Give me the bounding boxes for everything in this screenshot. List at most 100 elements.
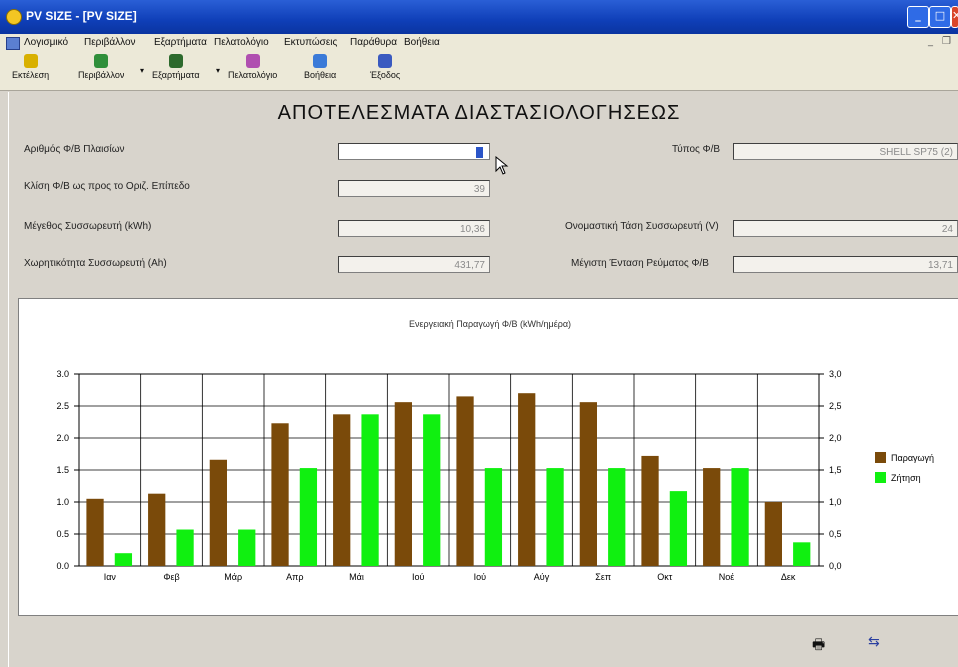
menu-item-environment[interactable]: Περιβάλλον bbox=[84, 37, 136, 48]
tilt-label: Κλίση Φ/Β ως προς το Οριζ. Επίπεδο bbox=[24, 181, 190, 192]
bar-demand bbox=[793, 542, 811, 566]
bar-demand bbox=[484, 468, 503, 566]
window-title: PV SIZE - [PV SIZE] bbox=[26, 9, 137, 23]
max-current-label: Μέγιστη Ένταση Ρεύματος Φ/Β bbox=[571, 258, 709, 269]
bar-production bbox=[456, 396, 474, 566]
clients-icon bbox=[245, 54, 260, 68]
bar-chart: Ενεργειακή Παραγωγή Φ/Β (kWh/ημέρα) 0.0 0… bbox=[56, 319, 934, 582]
y-tick-label-left: 2.0 bbox=[56, 433, 69, 443]
bar-demand bbox=[299, 468, 318, 566]
mouse-pointer-icon bbox=[495, 156, 509, 175]
menu-item-software[interactable]: Λογισμικό bbox=[24, 37, 68, 48]
battery-size-field[interactable]: 10,36 bbox=[338, 220, 490, 237]
run-button[interactable]: Εκτέλεση bbox=[12, 54, 49, 80]
bar-demand bbox=[423, 414, 441, 566]
bar-production bbox=[518, 393, 536, 566]
x-tick-label: Ιού bbox=[474, 572, 487, 582]
x-tick-label: Νοέ bbox=[719, 572, 735, 582]
help-label: Βοήθεια bbox=[304, 70, 337, 80]
y-tick-label-left: 1.0 bbox=[56, 497, 69, 507]
y-tick-label-right: 0,5 bbox=[829, 529, 842, 539]
bar-production bbox=[579, 402, 597, 566]
menu-item-prints[interactable]: Εκτυπώσεις bbox=[284, 37, 337, 48]
battery-capacity-label: Χωρητικότητα Συσσωρευτή (Ah) bbox=[24, 258, 167, 269]
exit-label: Έξοδος bbox=[370, 70, 401, 80]
bar-production bbox=[394, 402, 412, 566]
bar-demand bbox=[114, 553, 133, 566]
bar-production bbox=[764, 502, 782, 566]
environment-button[interactable]: Περιβάλλον bbox=[78, 54, 124, 80]
chart-frame: Ενεργειακή Παραγωγή Φ/Β (kWh/ημέρα) 0.0 0… bbox=[18, 298, 958, 616]
x-tick-label: Απρ bbox=[286, 572, 303, 582]
y-tick-label-right: 0,0 bbox=[829, 561, 842, 571]
battery-capacity-field[interactable]: 431,77 bbox=[338, 256, 490, 273]
battery-size-label: Μέγεθος Συσσωρευτή (kWh) bbox=[24, 221, 152, 232]
bar-demand bbox=[176, 529, 194, 566]
bar-production bbox=[703, 468, 721, 566]
mdi-minimize-button[interactable]: _ bbox=[928, 36, 933, 47]
x-tick-label: Μάι bbox=[349, 572, 364, 582]
pv-type-field[interactable]: SHELL SP75 (2) bbox=[733, 143, 958, 160]
menu-item-windows[interactable]: Παράθυρα bbox=[350, 37, 397, 48]
help-icon bbox=[313, 54, 328, 68]
y-tick-label-right: 1,5 bbox=[829, 465, 842, 475]
components-label: Εξαρτήματα bbox=[152, 70, 200, 80]
x-tick-label: Μάρ bbox=[224, 572, 242, 582]
minimize-button[interactable]: _ bbox=[907, 6, 929, 28]
bar-production bbox=[271, 423, 289, 566]
menu-item-help[interactable]: Βοήθεια bbox=[404, 37, 440, 48]
max-current-field[interactable]: 13,71 bbox=[733, 256, 958, 273]
y-tick-label-left: 1.5 bbox=[56, 465, 69, 475]
environment-label: Περιβάλλον bbox=[78, 70, 125, 80]
page-title: ΑΠΟΤΕΛΕΣΜΑΤΑ ΔΙΑΣΤΑΣΙΟΛΟΓΗΣΕΩΣ bbox=[277, 102, 681, 124]
y-tick-label-right: 3,0 bbox=[829, 369, 842, 379]
nominal-voltage-field[interactable]: 24 bbox=[733, 220, 958, 237]
chevron-down-icon[interactable]: ▾ bbox=[216, 66, 220, 75]
menu-item-clients[interactable]: Πελατολόγιο bbox=[214, 37, 269, 48]
panels-label: Αριθμός Φ/Β Πλαισίων bbox=[24, 144, 125, 155]
components-button[interactable]: Εξαρτήματα bbox=[152, 54, 200, 80]
x-tick-label: Οκτ bbox=[657, 572, 673, 582]
x-tick-label: Δεκ bbox=[781, 572, 796, 582]
x-tick-label: Φεβ bbox=[163, 572, 179, 582]
y-tick-label-right: 2,5 bbox=[829, 401, 842, 411]
bar-demand bbox=[669, 491, 688, 566]
menu-item-components[interactable]: Εξαρτήματα bbox=[154, 37, 207, 48]
app-icon bbox=[6, 9, 22, 25]
run-icon bbox=[23, 54, 38, 68]
toolbar: Εκτέλεση Περιβάλλον ▾ Εξαρτήματα ▾ Πελατ… bbox=[0, 52, 958, 91]
bar-production bbox=[641, 455, 659, 566]
nominal-voltage-label: Ονομαστική Τάση Συσσωρευτή (V) bbox=[565, 221, 719, 232]
bar-production bbox=[209, 459, 227, 566]
y-tick-label-right: 2,0 bbox=[829, 433, 842, 443]
clients-button[interactable]: Πελατολόγιο bbox=[228, 54, 277, 80]
x-tick-label: Σεπ bbox=[595, 572, 611, 582]
menu-bar: Λογισμικό Περιβάλλον Εξαρτήματα Πελατολό… bbox=[0, 34, 958, 53]
y-tick-label-left: 3.0 bbox=[56, 369, 69, 379]
title-bar: PV SIZE - [PV SIZE] _ □ ✕ bbox=[0, 0, 958, 34]
components-icon bbox=[168, 54, 183, 68]
x-tick-label: Ιού bbox=[412, 572, 425, 582]
x-tick-label: Ιαν bbox=[104, 572, 117, 582]
tilt-field[interactable]: 39 bbox=[338, 180, 490, 197]
bar-production bbox=[148, 493, 166, 566]
print-icon[interactable]: 🖶 bbox=[812, 634, 825, 658]
y-tick-label-left: 2.5 bbox=[56, 401, 69, 411]
exit-button[interactable]: Έξοδος bbox=[370, 54, 400, 80]
globe-icon bbox=[94, 54, 109, 68]
document-icon[interactable] bbox=[6, 37, 20, 50]
legend-swatch bbox=[875, 472, 886, 483]
navigation-arrows-icon[interactable]: ⇆ bbox=[868, 634, 880, 650]
panels-count-field[interactable] bbox=[338, 143, 490, 160]
x-tick-label: Αύγ bbox=[534, 572, 550, 582]
mdi-restore-button[interactable]: ❐ bbox=[942, 36, 951, 47]
legend-label: Ζήτηση bbox=[891, 473, 921, 483]
maximize-button[interactable]: □ bbox=[929, 6, 951, 28]
y-tick-label-left: 0.0 bbox=[56, 561, 69, 571]
bar-demand bbox=[546, 468, 564, 566]
help-button[interactable]: Βοήθεια bbox=[304, 54, 336, 80]
bar-demand bbox=[238, 529, 256, 566]
chevron-down-icon[interactable]: ▾ bbox=[140, 66, 144, 75]
close-button[interactable]: ✕ bbox=[951, 6, 958, 28]
bar-production bbox=[333, 414, 351, 566]
